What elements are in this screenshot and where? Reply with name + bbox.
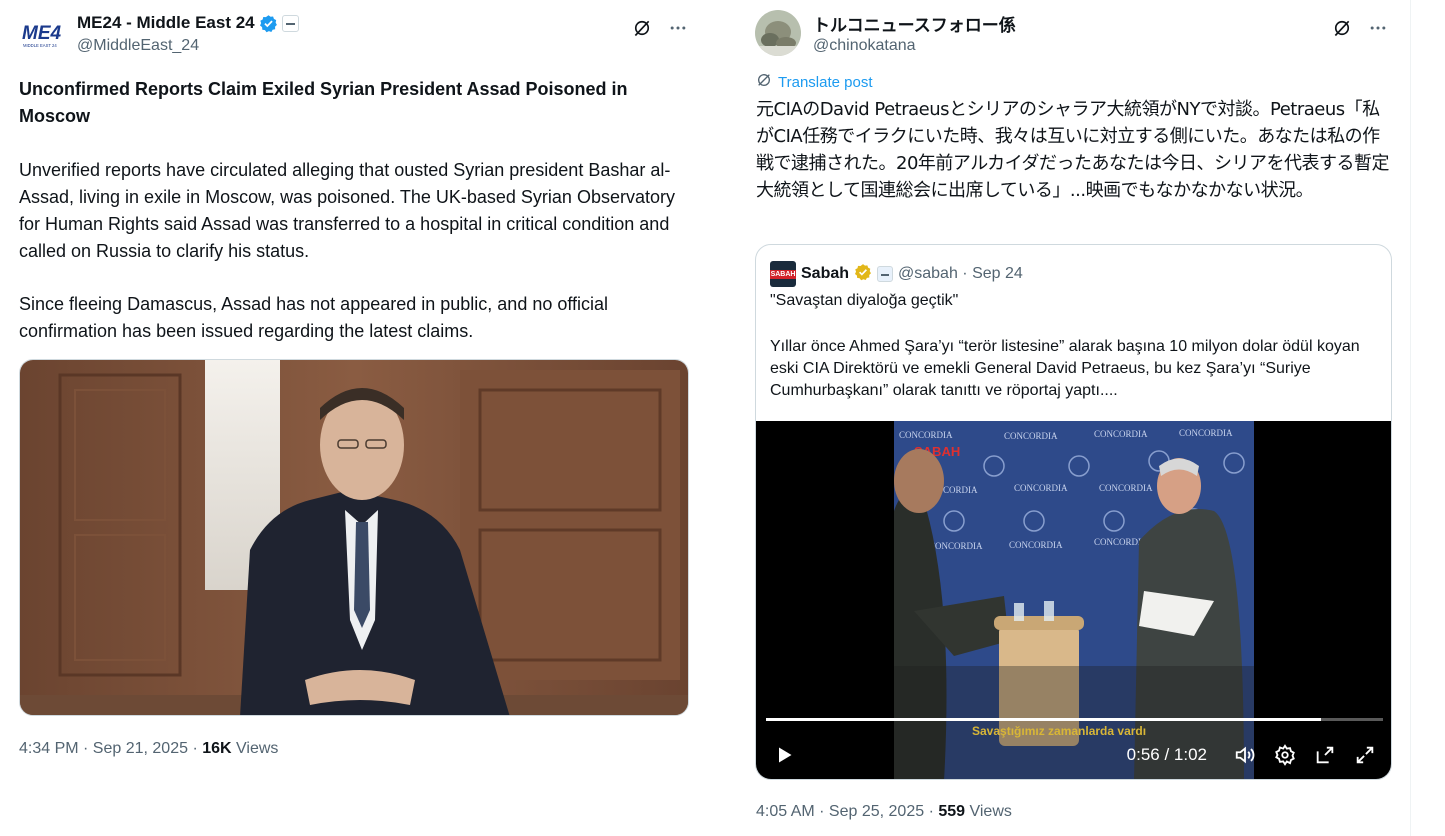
video-player[interactable]: CONCORDIA CONCORDIA CONCORDIA CONCORDIA CON… [756,421,1391,779]
post-paragraph-1: Unverified reports have circulated alleg… [19,160,675,261]
quote-body: Yıllar önce Ahmed Şara’yı “terör listesi… [770,338,1360,399]
video-progress-fill [766,718,1322,721]
views-count: 559 [938,803,966,820]
more-icon[interactable] [666,16,690,40]
quote-handle-date[interactable]: @sabah · Sep 24 [898,265,1023,283]
video-backdrop-text: CONCORDIA [1099,483,1153,493]
quote-display-name[interactable]: Sabah [801,265,849,283]
post-meta: 4:34 PM · Sep 21, 2025 · 16K Views [19,740,278,758]
video-backdrop-text: CONCORDIA [1009,540,1063,550]
timestamp[interactable]: 4:05 AM · Sep 25, 2025 · [756,803,938,820]
fullscreen-icon[interactable] [1351,741,1379,769]
quote-avatar[interactable]: SABAH [769,261,797,287]
post-image[interactable] [19,359,689,716]
left-post: ME4 MIDDLE EAST 24 ME24 - Middle East 24… [0,0,710,836]
post-paragraph-2: Since fleeing Damascus, Assad has not ap… [19,294,609,341]
views-label: Views [231,740,279,757]
timestamp[interactable]: 4:34 PM · Sep 21, 2025 · [19,740,202,757]
gold-verified-icon [854,263,872,286]
verified-icon [259,14,278,33]
views-count: 16K [202,740,232,757]
video-subtitle: Savaştığımız zamanlarda vardı [972,724,1147,738]
grok-icon[interactable] [630,16,654,40]
quote-title: "Savaştan diyaloğa geçtik" [770,292,959,309]
post-meta: 4:05 AM · Sep 25, 2025 · 559 Views [756,803,1012,821]
right-post: トルコニュースフォロー係 @chinokatana Translate post… [736,0,1411,836]
post-text: 元CIAのDavid Petraeusとシリアのシャラア大統領がNYで対談。Pe… [756,99,1389,201]
quote-avatar-logo: SABAH [769,269,797,279]
handle[interactable]: @chinokatana [813,37,1016,55]
affiliate-badge-icon[interactable] [877,266,894,282]
avatar-logo-subtext: MIDDLE EAST 24 [23,43,57,48]
avatar[interactable] [755,10,801,56]
video-backdrop-text: CONCORDIA [1094,429,1148,439]
play-icon[interactable] [770,741,798,769]
video-backdrop-text: CONCORDIA [1179,428,1233,438]
pip-icon[interactable] [1311,741,1339,769]
avatar-logo-text: ME4 [22,23,62,44]
left-post-header: ME4 MIDDLE EAST 24 ME24 - Middle East 24… [19,10,690,60]
handle[interactable]: @MiddleEast_24 [77,37,299,55]
video-backdrop-text: CONCORDIA [1004,431,1058,441]
avatar[interactable]: ME4 MIDDLE EAST 24 [19,10,65,56]
display-name[interactable]: トルコニュースフォロー係 [813,11,1016,36]
grok-icon[interactable] [1330,16,1354,40]
post-headline: Unconfirmed Reports Claim Exiled Syrian … [19,79,628,126]
video-backdrop-text: CONCORDIA [1014,483,1068,493]
video-progress-bar[interactable] [766,718,1383,721]
display-name[interactable]: ME24 - Middle East 24 [77,13,255,33]
views-label: Views [965,803,1012,820]
settings-icon[interactable] [1271,741,1299,769]
video-time: 0:56 / 1:02 [1126,745,1207,764]
affiliate-badge-icon[interactable] [281,14,299,32]
quoted-post[interactable]: SABAH Sabah @sabah · Sep 24 "Savaştan di… [755,244,1392,780]
more-icon[interactable] [1366,16,1390,40]
right-margin [1411,0,1445,836]
translate-post-link[interactable]: Translate post [756,72,873,92]
video-backdrop-text: CONCORDIA [929,541,983,551]
video-controls: 0:56 / 1:02 [770,741,1379,769]
translate-label: Translate post [778,73,873,91]
volume-icon[interactable] [1231,741,1259,769]
translate-icon [756,72,772,92]
video-backdrop-text: CONCORDIA [899,430,953,440]
right-post-header: トルコニュースフォロー係 @chinokatana [755,10,1390,60]
